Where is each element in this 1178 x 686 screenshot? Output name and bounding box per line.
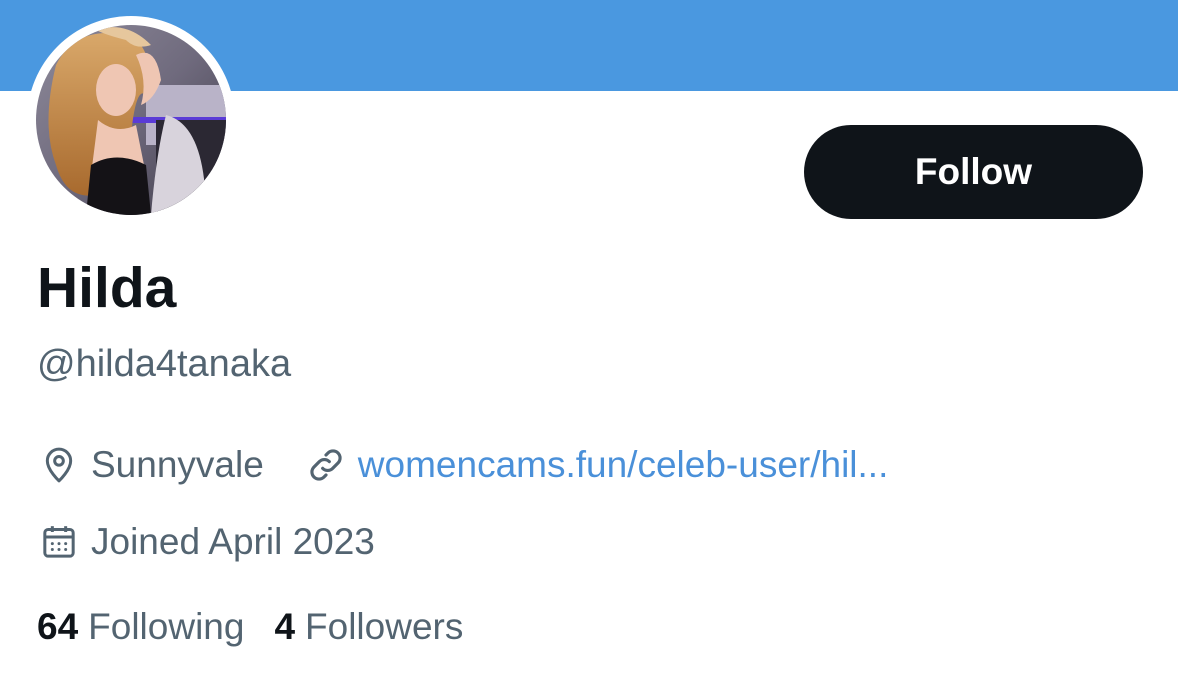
followers-stat[interactable]: 4 Followers bbox=[274, 604, 463, 650]
following-label: Following bbox=[88, 606, 245, 647]
avatar[interactable] bbox=[36, 25, 226, 215]
joined-row: Joined April 2023 bbox=[37, 519, 375, 565]
followers-label: Followers bbox=[305, 606, 464, 647]
display-name: Hilda bbox=[37, 256, 177, 320]
follow-stats: 64 Following 4 Followers bbox=[37, 604, 463, 650]
joined-date: Joined April 2023 bbox=[37, 519, 375, 565]
user-handle: @hilda4tanaka bbox=[37, 343, 292, 385]
profile-meta-row: Sunnyvale womencams.fun/celeb-user/hil..… bbox=[37, 442, 888, 488]
profile-header: Follow Hilda @hilda4tanaka Sunnyvale wom… bbox=[0, 0, 1178, 686]
location-text: Sunnyvale bbox=[91, 444, 264, 485]
following-count: 64 bbox=[37, 606, 79, 647]
website[interactable]: womencams.fun/celeb-user/hil... bbox=[304, 442, 889, 488]
following-stat[interactable]: 64 Following bbox=[37, 604, 244, 650]
location: Sunnyvale bbox=[37, 442, 264, 488]
calendar-icon bbox=[37, 520, 81, 564]
location-pin-icon bbox=[37, 443, 81, 487]
avatar-photo bbox=[36, 25, 226, 215]
followers-count: 4 bbox=[274, 606, 296, 647]
link-icon bbox=[304, 443, 348, 487]
follow-button[interactable]: Follow bbox=[804, 125, 1143, 219]
joined-text: Joined April 2023 bbox=[91, 521, 375, 562]
website-link[interactable]: womencams.fun/celeb-user/hil... bbox=[358, 442, 889, 488]
